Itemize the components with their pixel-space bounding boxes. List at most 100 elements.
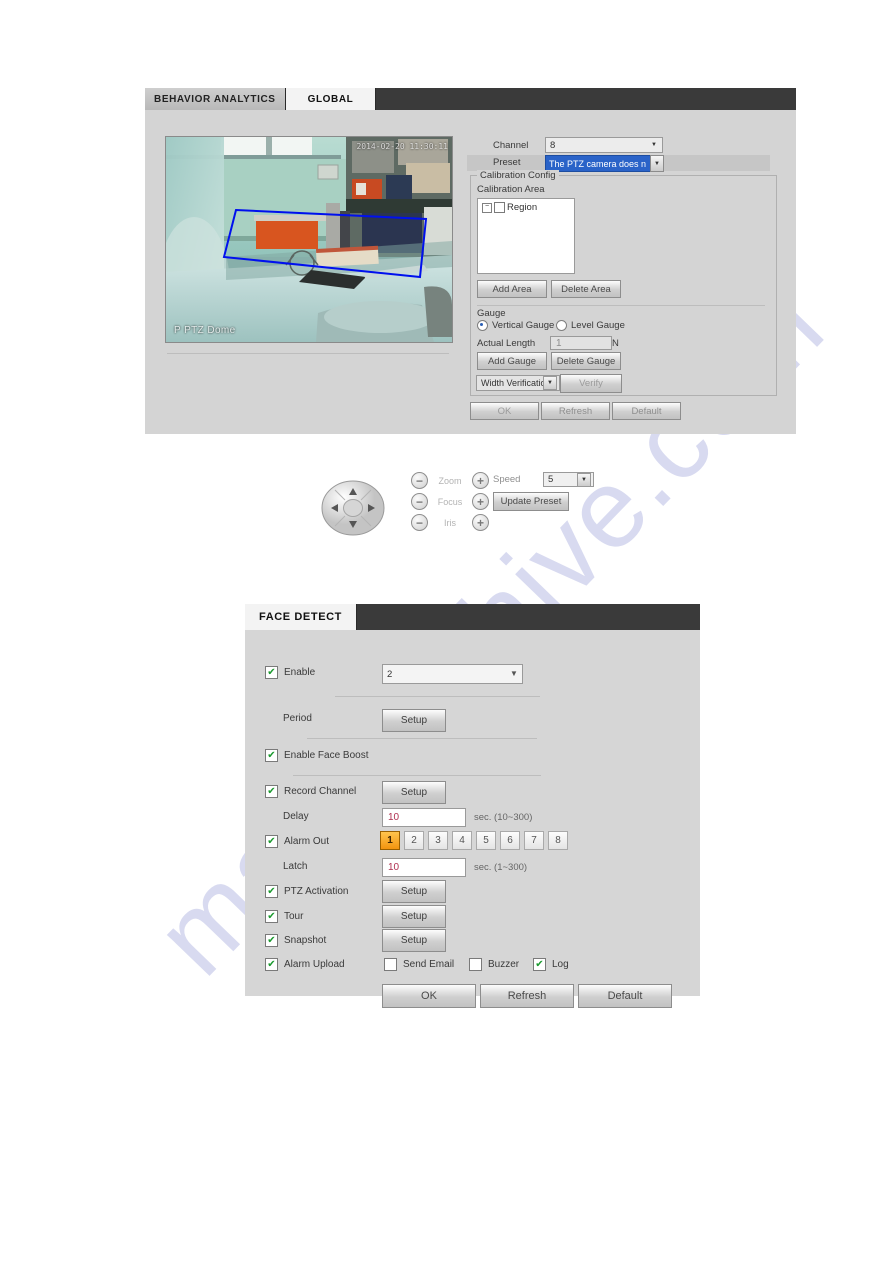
zoom-in-button[interactable]: + (472, 472, 489, 489)
global-dialog-body: 2014-02-20 11:30:11 P PTZ Dome − Zoom + … (145, 110, 796, 536)
verify-button[interactable]: Verify (560, 374, 622, 393)
record-channel-setup-button[interactable]: Setup (382, 781, 446, 804)
face-boost-checkbox[interactable]: ✔ (265, 749, 278, 762)
tab-behavior-analytics[interactable]: BEHAVIOR ANALYTICS (145, 88, 286, 110)
level-gauge-option[interactable]: Level Gauge (556, 320, 625, 331)
verification-mode-select[interactable]: Width Verification ▼ (476, 375, 560, 391)
alarm-out-button-5[interactable]: 5 (476, 831, 496, 850)
expander-icon[interactable]: − (482, 202, 492, 213)
tree-item-region[interactable]: − Region (478, 199, 574, 216)
ptz-activation-row: ✔ PTZ Activation (265, 885, 348, 898)
actual-length-input[interactable]: 1 (550, 336, 612, 350)
delete-area-button[interactable]: Delete Area (551, 280, 621, 298)
calibration-area-tree[interactable]: − Region (477, 198, 575, 274)
tree-item-region-label: Region (507, 202, 538, 213)
snapshot-checkbox[interactable]: ✔ (265, 934, 278, 947)
ptz-dpad-graphic (321, 480, 385, 536)
record-channel-checkbox[interactable]: ✔ (265, 785, 278, 798)
tab-global[interactable]: GLOBAL (285, 88, 377, 110)
global-refresh-button[interactable]: Refresh (541, 402, 610, 420)
tab-face-detect[interactable]: FACE DETECT (245, 604, 357, 630)
channel-label: Channel (493, 140, 529, 151)
ptz-direction-pad[interactable] (321, 480, 385, 536)
delete-gauge-button[interactable]: Delete Gauge (551, 352, 621, 370)
preset-combo[interactable]: The PTZ camera does n (545, 155, 654, 172)
buzzer-option: Buzzer (469, 958, 519, 971)
latch-input[interactable]: 10 (382, 858, 466, 877)
ptz-activation-setup-button[interactable]: Setup (382, 880, 446, 903)
preset-label: Preset (493, 157, 521, 168)
face-default-button[interactable]: Default (578, 984, 672, 1008)
iris-close-button[interactable]: − (411, 514, 428, 531)
log-checkbox[interactable]: ✔ (533, 958, 546, 971)
enable-channel-select[interactable]: 2 ▼ (382, 664, 523, 684)
level-gauge-radio[interactable] (556, 320, 567, 331)
alarm-out-button-4[interactable]: 4 (452, 831, 472, 850)
video-camera-label: P PTZ Dome (174, 325, 236, 336)
face-refresh-button[interactable]: Refresh (480, 984, 574, 1008)
ptz-activation-checkbox[interactable]: ✔ (265, 885, 278, 898)
latch-row: Latch (283, 861, 307, 872)
focus-near-button[interactable]: − (411, 493, 428, 510)
speed-label: Speed (493, 474, 521, 485)
tour-row: ✔ Tour (265, 910, 303, 923)
snapshot-setup-button[interactable]: Setup (382, 929, 446, 952)
alarm-out-button-1[interactable]: 1 (380, 831, 400, 850)
face-ok-button[interactable]: OK (382, 984, 476, 1008)
vertical-gauge-label: Vertical Gauge (492, 320, 555, 331)
actual-length-label: Actual Length (477, 338, 536, 349)
period-setup-button[interactable]: Setup (382, 709, 446, 732)
delay-row: Delay (283, 811, 309, 822)
vertical-gauge-radio[interactable] (477, 320, 488, 331)
add-gauge-button[interactable]: Add Gauge (477, 352, 547, 370)
ptz-divider (167, 353, 449, 354)
buzzer-checkbox[interactable] (469, 958, 482, 971)
alarm-out-button-2[interactable]: 2 (404, 831, 424, 850)
preset-dropdown-arrow[interactable]: ▼ (650, 155, 664, 172)
alarm-out-button-7[interactable]: 7 (524, 831, 544, 850)
actual-length-unit: N (612, 338, 619, 349)
alarm-out-button-3[interactable]: 3 (428, 831, 448, 850)
enable-row: ✔ Enable (265, 666, 315, 679)
alarm-out-button-8[interactable]: 8 (548, 831, 568, 850)
period-divider (307, 738, 537, 739)
latch-label: Latch (283, 861, 308, 872)
record-channel-row: ✔ Record Channel (265, 785, 356, 798)
ptz-focus-row: − Focus + (411, 493, 489, 510)
alarm-out-button-6[interactable]: 6 (500, 831, 520, 850)
speed-value: 5 (548, 474, 554, 485)
face-boost-row: ✔ Enable Face Boost (265, 749, 369, 762)
face-detect-dialog: FACE DETECT ✔ Enable 2 ▼ Period Setup ✔ … (245, 604, 700, 1008)
alarm-upload-label: Alarm Upload (284, 959, 345, 970)
video-preview[interactable]: 2014-02-20 11:30:11 P PTZ Dome (165, 136, 453, 343)
alarm-out-checkbox[interactable]: ✔ (265, 835, 278, 848)
region-checkbox[interactable] (494, 202, 505, 213)
send-email-checkbox[interactable] (384, 958, 397, 971)
add-area-button[interactable]: Add Area (477, 280, 547, 298)
global-ok-button[interactable]: OK (470, 402, 539, 420)
alarm-out-button-group: 1 2 3 4 5 6 7 8 (380, 831, 572, 850)
global-default-button[interactable]: Default (612, 402, 681, 420)
tour-checkbox[interactable]: ✔ (265, 910, 278, 923)
delay-input[interactable]: 10 (382, 808, 466, 827)
vertical-gauge-option[interactable]: Vertical Gauge (477, 320, 554, 331)
update-preset-button[interactable]: Update Preset (493, 492, 569, 511)
verification-mode-value: Width Verification (481, 378, 551, 388)
chevron-down-icon: ▼ (651, 142, 657, 148)
video-scene (166, 137, 452, 342)
zoom-out-button[interactable]: − (411, 472, 428, 489)
tour-setup-button[interactable]: Setup (382, 905, 446, 928)
alarm-upload-checkbox[interactable]: ✔ (265, 958, 278, 971)
channel-select[interactable]: 8 ▼ (545, 137, 663, 153)
focus-far-button[interactable]: + (472, 493, 489, 510)
speed-select[interactable]: 5 ▼ (543, 472, 594, 487)
ptz-activation-label: PTZ Activation (284, 886, 349, 897)
alarm-out-label: Alarm Out (284, 836, 330, 847)
buzzer-label: Buzzer (488, 959, 520, 970)
delay-unit: sec. (10~300) (474, 812, 533, 823)
period-label: Period (283, 713, 312, 724)
calibration-config-legend: Calibration Config (477, 170, 559, 181)
enable-checkbox[interactable]: ✔ (265, 666, 278, 679)
iris-open-button[interactable]: + (472, 514, 489, 531)
channel-value: 8 (550, 139, 556, 151)
